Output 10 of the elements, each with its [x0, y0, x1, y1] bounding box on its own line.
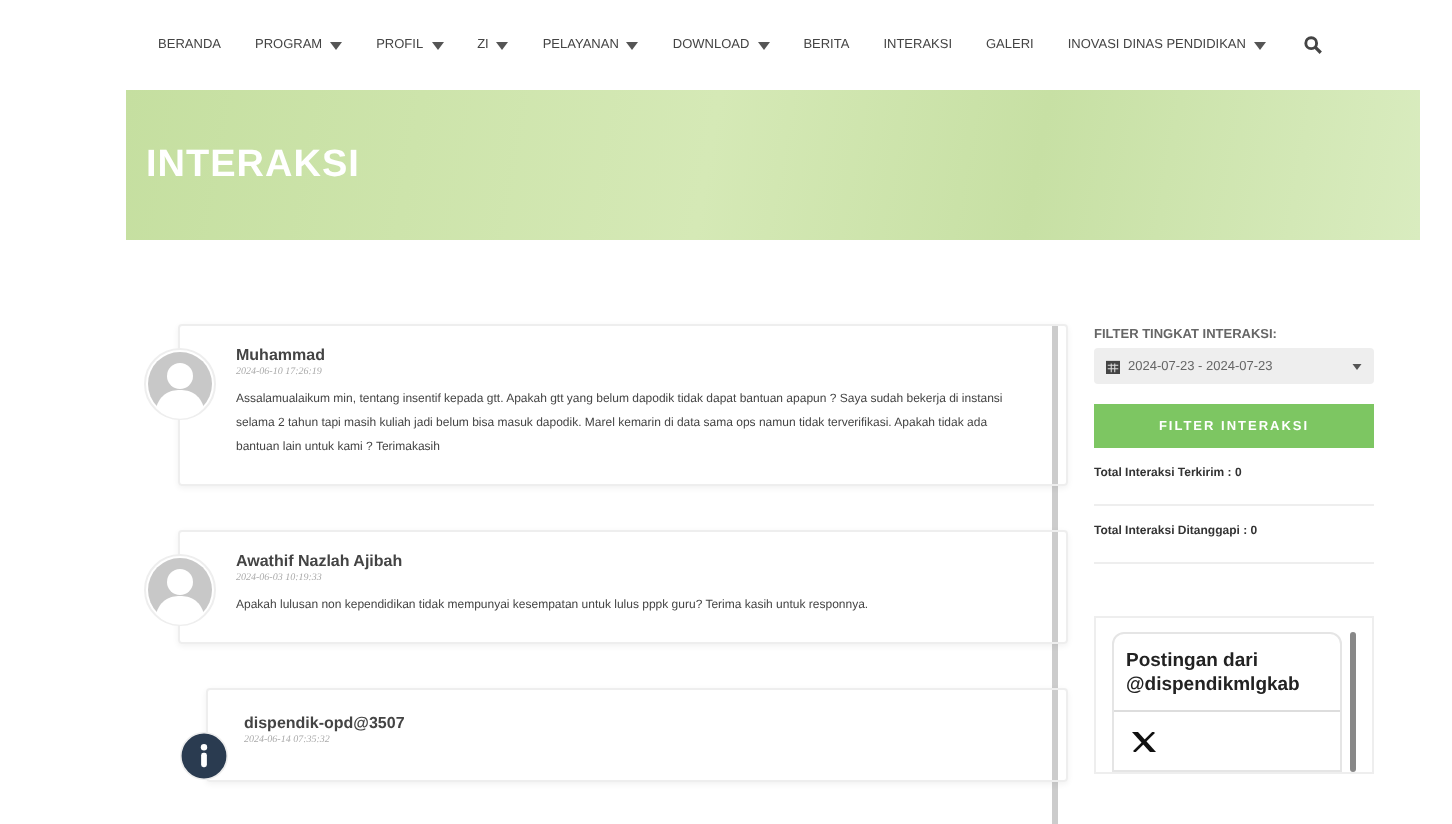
embed-title: Postingan dari @dispendikmlgkab	[1114, 634, 1340, 712]
commenter-name: Muhammad	[236, 346, 327, 364]
x-logo-icon	[1130, 732, 1158, 752]
search-icon[interactable]	[1303, 36, 1322, 54]
scrollbar	[1350, 632, 1356, 772]
commenter-name: Awathif Nazlah Ajibah	[236, 552, 405, 570]
page-title: INTERAKSI	[146, 143, 360, 187]
caret-icon	[1352, 363, 1362, 369]
commenter-name: dispendik-opd@3507	[244, 714, 407, 732]
calendar-icon	[1106, 359, 1120, 373]
